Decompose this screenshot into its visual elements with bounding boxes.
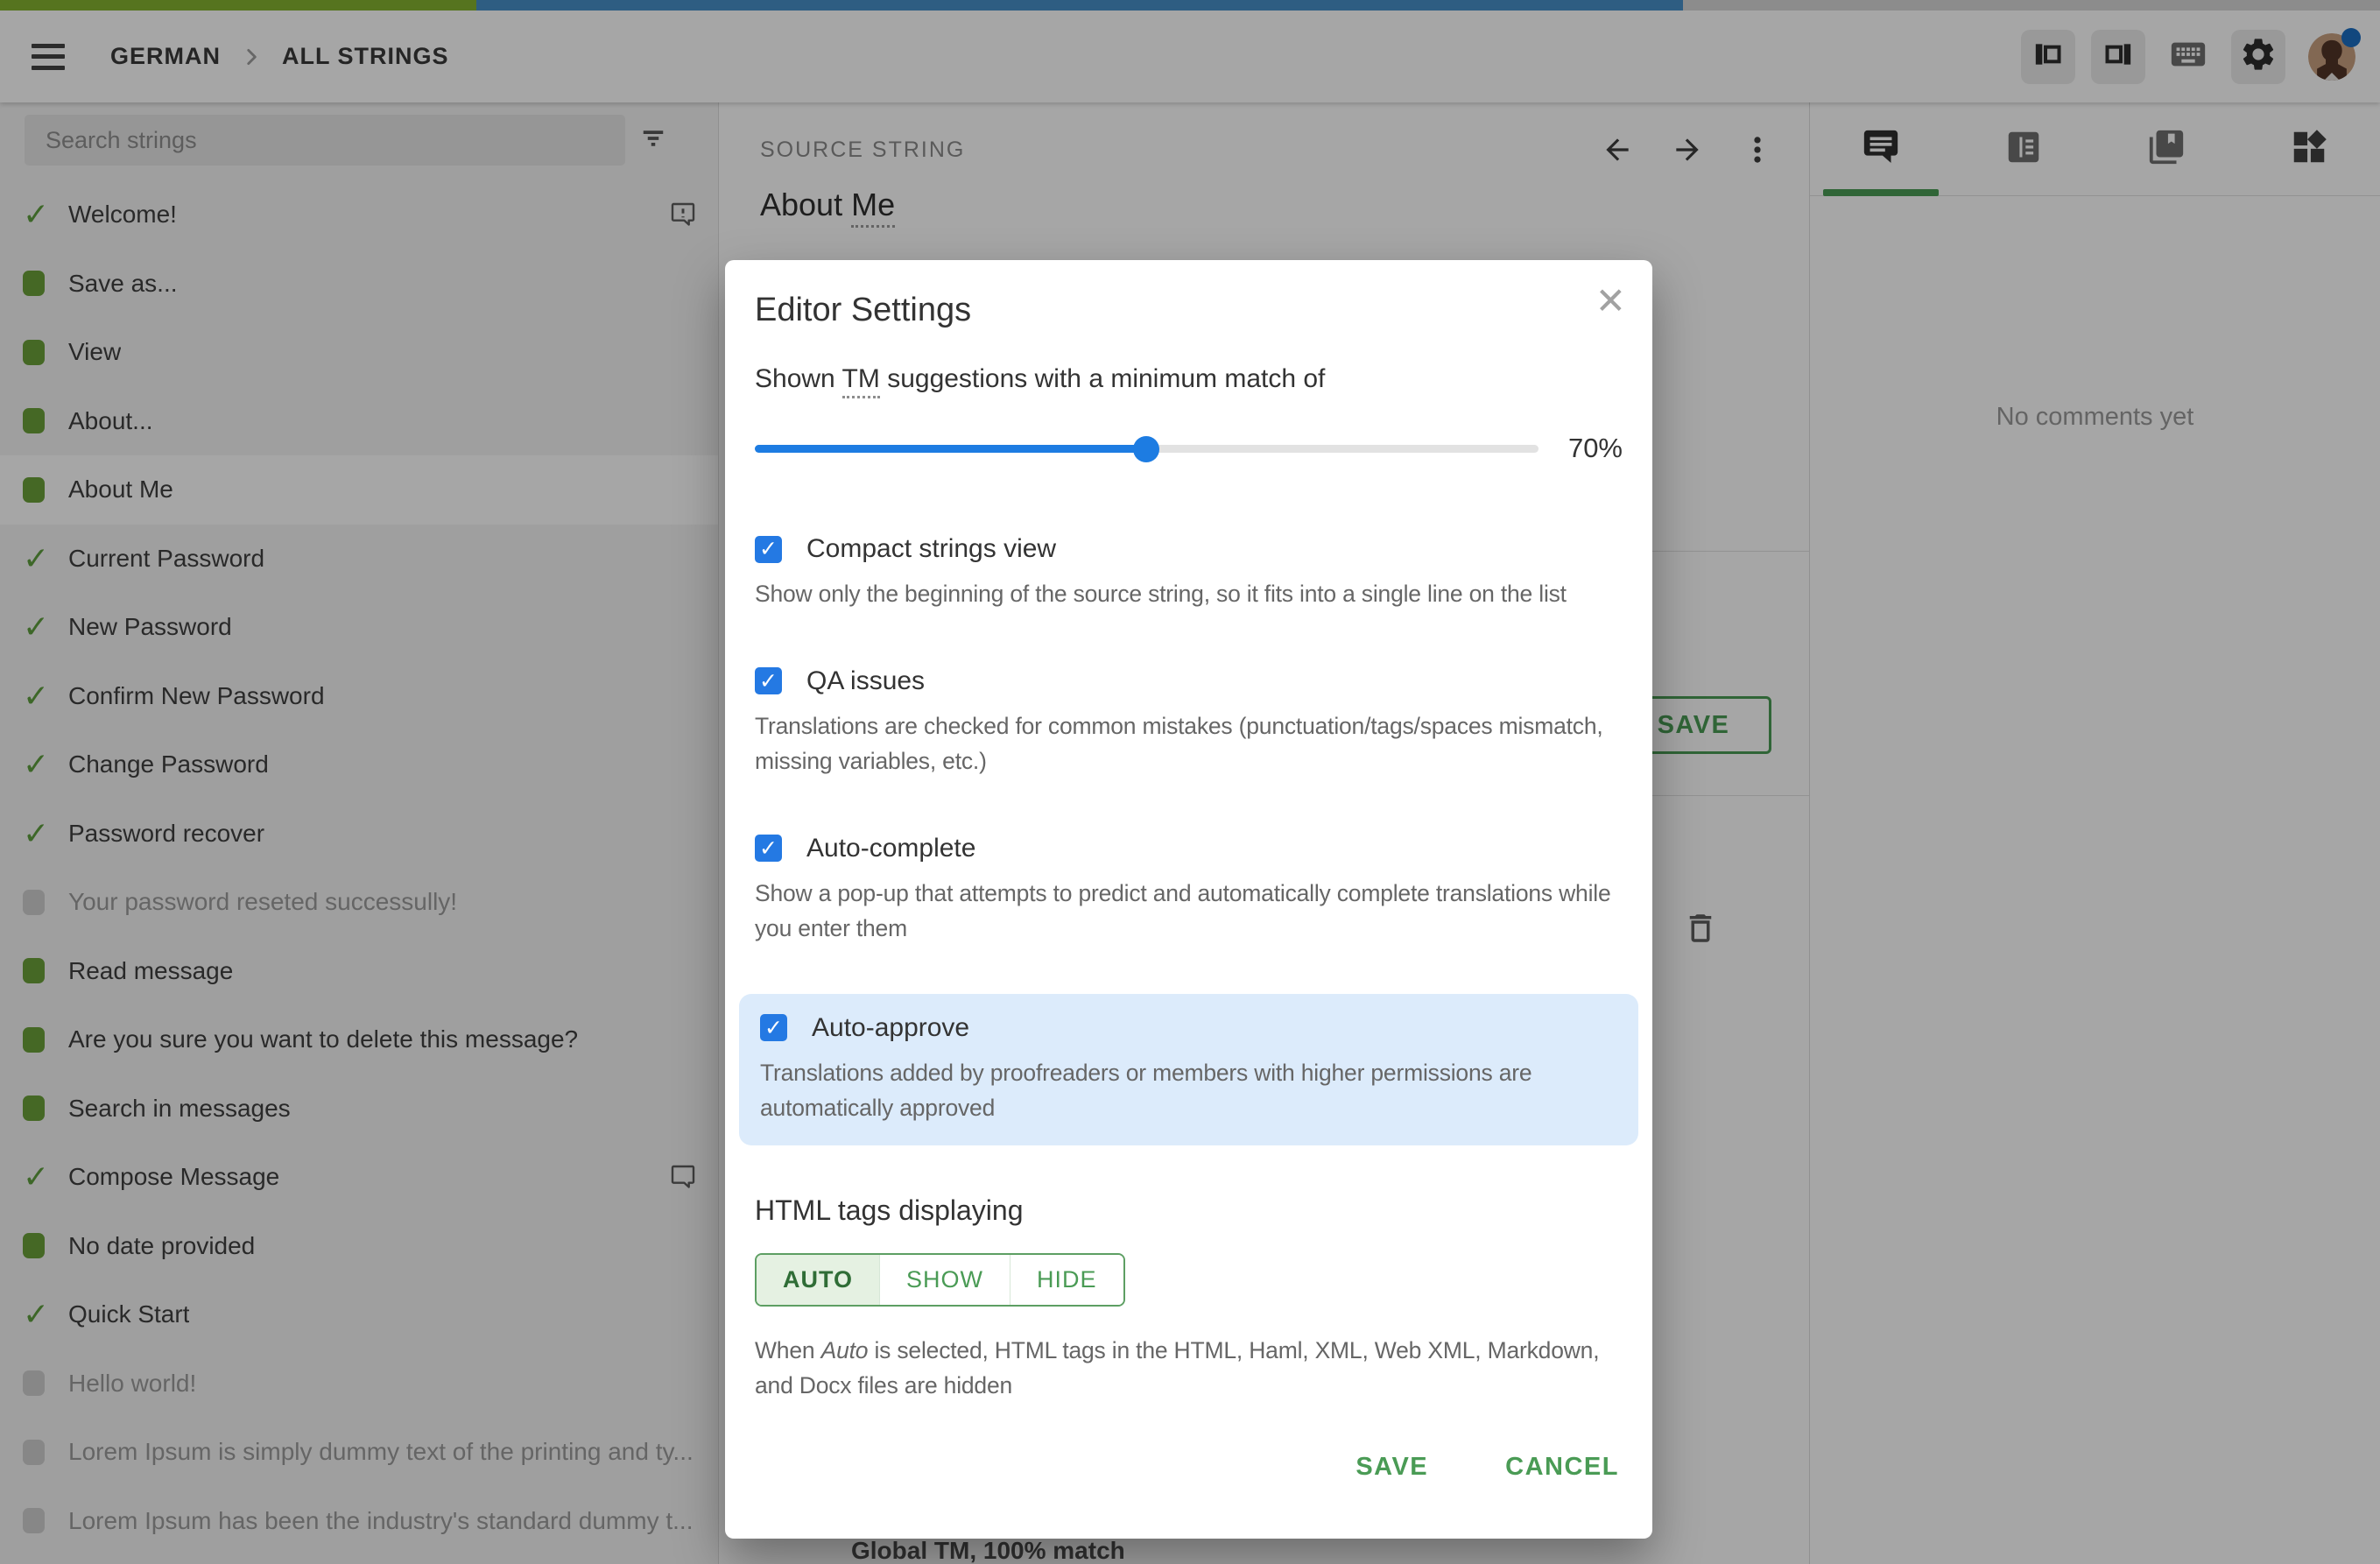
checkbox[interactable] [755,835,782,863]
qa-issues-checkbox-row[interactable]: QA issues [755,666,1623,696]
cancel-button[interactable]: CANCEL [1505,1453,1619,1482]
auto-approve-checkbox-row[interactable]: Auto-approve [760,1013,1617,1043]
checkbox[interactable] [755,535,782,563]
html-tags-segmented-control: AUTO SHOW HIDE [755,1252,1125,1307]
html-tags-option-hide[interactable]: HIDE [1010,1254,1123,1305]
checkbox[interactable] [755,667,782,695]
checkbox[interactable] [760,1014,787,1042]
compact-strings-checkbox-row[interactable]: Compact strings view [755,534,1623,564]
setting-description: Translations added by proofreaders or me… [760,1059,1532,1122]
html-tags-option-show[interactable]: SHOW [879,1254,1010,1305]
editor-settings-dialog: Editor Settings ✕ Shown TM suggestions w… [725,260,1652,1539]
tm-match-slider[interactable] [755,433,1539,464]
setting-description: Show a pop-up that attempts to predict a… [755,879,1611,942]
tm-slider-fill [755,445,1147,453]
html-tags-option-auto[interactable]: AUTO [757,1254,880,1305]
tm-slider-value: 70% [1567,433,1623,463]
tm-suggestions-label: Shown TM suggestions with a minimum matc… [755,364,1623,398]
html-tags-note: When Auto is selected, HTML tags in the … [755,1336,1600,1399]
html-tags-heading: HTML tags displaying [755,1194,1024,1226]
close-icon[interactable]: ✕ [1595,283,1626,320]
save-button[interactable]: SAVE [1355,1453,1428,1482]
setting-compact-strings: Compact strings view Show only the begin… [755,534,1623,612]
auto-complete-checkbox-row[interactable]: Auto-complete [755,834,1623,863]
setting-auto-approve-highlighted: Auto-approve Translations added by proof… [739,993,1638,1145]
setting-description: Show only the beginning of the source st… [755,581,1567,607]
setting-qa-issues: QA issues Translations are checked for c… [755,666,1623,779]
setting-auto-complete: Auto-complete Show a pop-up that attempt… [755,834,1623,947]
dialog-title: Editor Settings [755,292,972,328]
tm-slider-handle[interactable] [1133,436,1160,462]
tm-term[interactable]: TM [841,364,880,398]
setting-description: Translations are checked for common mist… [755,712,1603,775]
